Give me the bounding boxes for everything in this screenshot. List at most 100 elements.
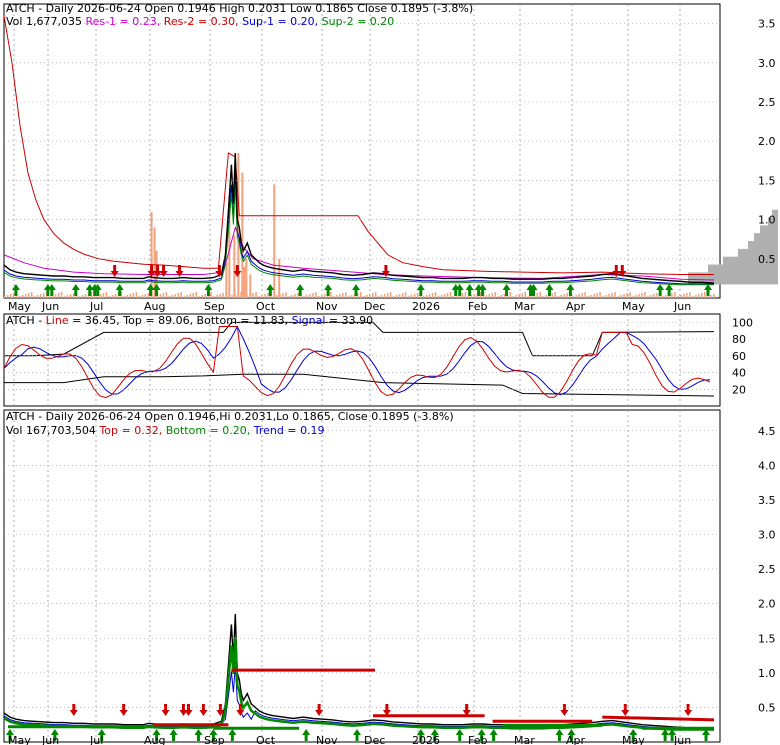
volume-bar bbox=[351, 295, 353, 298]
volume-bar bbox=[461, 293, 464, 298]
y-tick-label: 1.5 bbox=[758, 174, 776, 187]
volume-bar bbox=[39, 294, 42, 298]
volume-bar bbox=[135, 292, 138, 298]
y-tick-label: 2.0 bbox=[758, 135, 776, 148]
volume-bar bbox=[422, 296, 425, 298]
x-tick-label: Aug bbox=[144, 300, 165, 313]
volume-spike bbox=[233, 235, 236, 298]
volume-bar bbox=[57, 293, 60, 298]
volume-bar bbox=[219, 294, 221, 298]
volume-bar bbox=[213, 296, 215, 298]
volume-bar bbox=[452, 296, 455, 298]
volume-bar bbox=[713, 294, 715, 298]
volume-bar bbox=[78, 296, 81, 298]
y-tick-label: 4.5 bbox=[758, 425, 776, 438]
y-tick-label: 3.5 bbox=[758, 18, 776, 31]
volume-bar bbox=[258, 296, 260, 298]
x-tick-label: Dec bbox=[364, 734, 385, 745]
volume-bar bbox=[446, 293, 449, 298]
volume-bar bbox=[629, 292, 631, 298]
volume-bar bbox=[503, 294, 506, 298]
volume-bar bbox=[240, 292, 242, 298]
volume-bar bbox=[246, 295, 248, 298]
volume-bar bbox=[653, 294, 655, 298]
volume-bar bbox=[105, 292, 108, 298]
volume-bar bbox=[602, 296, 604, 298]
volume-bar bbox=[297, 293, 299, 298]
volume-bar bbox=[359, 292, 362, 298]
volume-bar bbox=[380, 295, 383, 298]
volume-bar bbox=[99, 294, 102, 298]
y-tick-label: 2.5 bbox=[758, 96, 776, 109]
volume-bar bbox=[536, 293, 538, 298]
y-tick-label: 0.5 bbox=[758, 701, 776, 714]
y-tick-label: 1.0 bbox=[758, 667, 776, 680]
volume-bar bbox=[288, 296, 290, 298]
volume-bar bbox=[333, 296, 335, 298]
volume-bar bbox=[81, 295, 84, 298]
volume-bar bbox=[27, 293, 30, 298]
volume-bar bbox=[186, 295, 188, 298]
x-tick-label: Jul bbox=[89, 734, 103, 745]
legend-entry: Bottom = 0.20, bbox=[166, 424, 254, 437]
volume-bar bbox=[500, 295, 503, 298]
volume-spike bbox=[241, 172, 244, 298]
volume-bar bbox=[144, 294, 147, 298]
volume-bar bbox=[252, 293, 254, 298]
volume-bar bbox=[54, 294, 57, 298]
volume-bar bbox=[608, 294, 610, 298]
volume-bar bbox=[126, 295, 129, 298]
volume-bar bbox=[464, 292, 467, 298]
volume-bar bbox=[66, 295, 69, 298]
y-tick-label: 3.0 bbox=[758, 529, 776, 542]
volume-bar bbox=[689, 292, 691, 298]
volume-bar bbox=[24, 294, 27, 298]
volume-bar bbox=[330, 292, 332, 298]
volume-bar bbox=[210, 292, 212, 298]
volume-bar bbox=[473, 294, 476, 298]
volume-bar bbox=[4, 296, 6, 298]
volume-bar bbox=[638, 294, 640, 298]
volume-bar bbox=[72, 293, 75, 298]
trend-panel-legend: Vol 167,703,504 Top = 0.32, Bottom = 0.2… bbox=[6, 424, 325, 437]
volume-bar bbox=[138, 296, 141, 298]
volume-bar bbox=[593, 294, 595, 298]
volume-bar bbox=[560, 295, 562, 298]
volume-bar bbox=[524, 292, 527, 298]
volume-bar bbox=[671, 293, 673, 298]
volume-bar bbox=[395, 295, 398, 298]
title-part: ATCH - bbox=[6, 314, 46, 327]
volume-bar bbox=[410, 295, 413, 298]
x-tick-label: Mar bbox=[514, 300, 535, 313]
x-tick-label: May bbox=[622, 300, 645, 313]
volume-bar bbox=[42, 293, 45, 298]
volume-bar bbox=[111, 295, 114, 298]
volume-bar bbox=[282, 293, 284, 298]
volume-bar bbox=[294, 294, 296, 298]
x-tick-label: 2026 bbox=[412, 300, 440, 313]
volume-bar bbox=[18, 296, 21, 298]
volume-bar bbox=[30, 292, 33, 298]
volume-bar bbox=[276, 295, 278, 298]
volume-bar bbox=[599, 292, 601, 298]
volume-bar bbox=[449, 292, 452, 298]
volume-bar bbox=[590, 295, 592, 298]
volume-bar bbox=[512, 296, 515, 298]
volume-bar bbox=[147, 293, 150, 298]
volume-bar bbox=[339, 294, 341, 298]
volume-bar bbox=[273, 296, 275, 298]
volume-bar bbox=[401, 293, 404, 298]
volume-bar bbox=[21, 295, 24, 298]
volume-bar bbox=[324, 294, 326, 298]
volume-bar bbox=[428, 294, 431, 298]
title-part: Line bbox=[46, 314, 69, 327]
volume-bar bbox=[309, 294, 311, 298]
oscillator-panel-title: ATCH - Line = 36.45, Top = 89.06, Bottom… bbox=[6, 314, 373, 327]
volume-bar bbox=[108, 296, 111, 298]
volume-bar bbox=[584, 292, 586, 298]
x-tick-label: May bbox=[8, 734, 31, 745]
volume-bar bbox=[686, 293, 688, 298]
volume-bar bbox=[572, 296, 574, 298]
volume-bar bbox=[695, 295, 697, 298]
volume-bar bbox=[243, 296, 245, 298]
